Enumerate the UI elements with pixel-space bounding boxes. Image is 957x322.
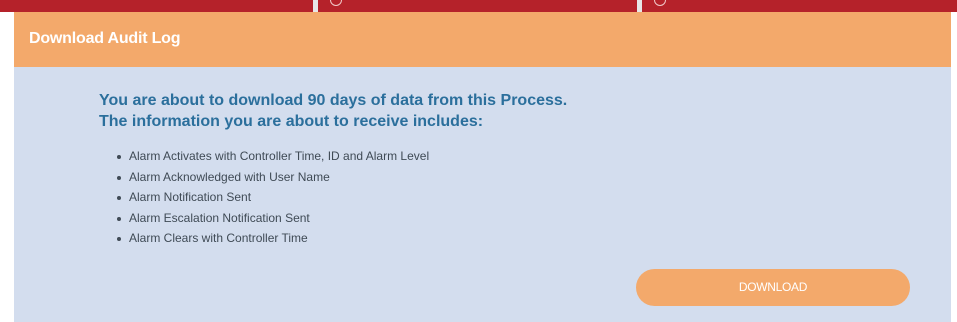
circle-icon <box>654 0 666 6</box>
strip-divider <box>313 0 318 12</box>
download-button[interactable]: DOWNLOAD <box>636 269 910 306</box>
included-info-list: Alarm Activates with Controller Time, ID… <box>117 146 429 249</box>
list-item: Alarm Notification Sent <box>117 187 429 208</box>
intro-line: The information you are about to receive… <box>99 113 484 130</box>
dialog-title: Download Audit Log <box>29 30 181 47</box>
background-header-strip <box>0 0 957 12</box>
list-item: Alarm Activates with Controller Time, ID… <box>117 146 429 167</box>
intro-line: You are about to download 90 days of dat… <box>99 92 568 109</box>
list-item: Alarm Escalation Notification Sent <box>117 208 429 229</box>
download-audit-log-dialog: Download Audit Log You are about to down… <box>14 12 951 322</box>
circle-icon <box>330 0 342 6</box>
list-item: Alarm Clears with Controller Time <box>117 228 429 249</box>
intro-text: You are about to download 90 days of dat… <box>99 90 567 132</box>
list-item: Alarm Acknowledged with User Name <box>117 167 429 188</box>
dialog-header: Download Audit Log <box>14 12 951 67</box>
strip-divider <box>637 0 642 12</box>
